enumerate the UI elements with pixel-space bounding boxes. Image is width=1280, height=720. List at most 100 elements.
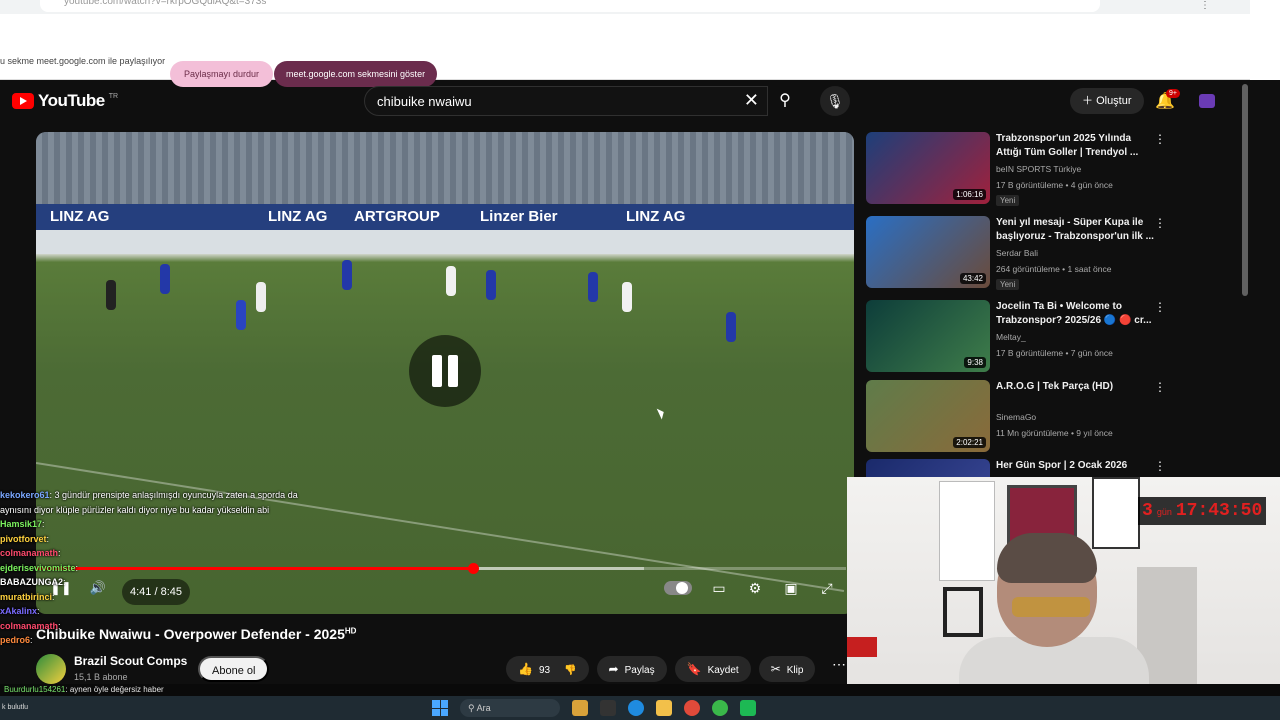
timer-days: 3 <box>1142 501 1153 521</box>
timer-day-label: gün <box>1156 507 1172 517</box>
video-thumbnail[interactable]: 9:38 <box>866 300 990 372</box>
share-status-text: u sekme meet.google.com ile paylaşılıyor <box>0 56 166 66</box>
thumbs-up-icon: 👍 <box>518 662 533 676</box>
share-button[interactable]: ➦ Paylaş <box>596 656 667 682</box>
stadium-stand <box>36 132 854 212</box>
player-figure <box>106 280 116 310</box>
recommended-video[interactable]: Her Gün Spor | 2 Ocak 2026 ⋮ <box>866 459 1196 477</box>
board-ad-text: Linzer Bier <box>480 208 558 225</box>
settings-gear-icon[interactable]: ⚙ <box>746 579 764 597</box>
autoplay-toggle[interactable] <box>664 581 692 595</box>
chat-username: ejderisevivomiste <box>0 562 76 573</box>
chat-ticker: Buurdurlu154261: aynen öyle değersiz hab… <box>0 684 1280 696</box>
recommended-channel: Serdar Bali <box>996 248 1039 258</box>
recommended-title: Yeni yıl mesajı - Süper Kupa ile başlıyo… <box>996 217 1154 242</box>
search-input[interactable]: chibuike nwaiwu ✕ <box>364 86 768 116</box>
youtube-logo[interactable]: YouTube TR <box>12 91 118 111</box>
recommended-title: Her Gün Spor | 2 Ocak 2026 <box>996 460 1128 471</box>
share-arrow-icon: ➦ <box>608 662 619 676</box>
youtube-wordmark: YouTube <box>38 91 105 110</box>
duration-badge: 43:42 <box>959 273 986 284</box>
recommended-video[interactable]: 43:42 Yeni yıl mesajı - Süper Kupa ile ba… <box>866 216 1196 292</box>
plus-icon: ＋ <box>1082 95 1097 107</box>
tab-sharing-bar: u sekme meet.google.com ile paylaşılıyor… <box>0 14 1250 87</box>
taskbar-search[interactable]: ⚲ Ara <box>460 699 560 717</box>
red-object <box>847 637 877 657</box>
chat-text: : <box>58 620 61 631</box>
microphone-icon[interactable]: 🎙 <box>820 86 850 116</box>
chat-text: : <box>52 591 55 602</box>
youtube-play-icon <box>12 93 34 109</box>
chat-username: pivotforvet <box>0 533 47 544</box>
page-scrollbar[interactable] <box>1242 84 1248 296</box>
chat-text: : <box>75 562 79 573</box>
video-thumbnail[interactable]: 1:06:16 <box>866 132 990 204</box>
browser-actions: ⋮ <box>1200 0 1210 11</box>
recommended-video[interactable]: 2:02:21 A.R.O.G | Tek Parça (HD) SinemaGo 1… <box>866 380 1196 456</box>
show-meet-tab-button[interactable]: meet.google.com sekmesini göster <box>274 61 438 87</box>
chat-text: aynısını diyor klüple pürüzler kaldı diy… <box>0 504 270 515</box>
streamer-glasses <box>1012 597 1090 617</box>
video-thumbnail[interactable] <box>866 459 990 477</box>
channel-avatar[interactable] <box>36 654 66 684</box>
chat-text: : 3 gündür prensipte anlaşılmışdı oyuncu… <box>49 490 298 500</box>
chrome-profile-icon[interactable] <box>712 700 728 716</box>
chat-text: : <box>42 519 45 529</box>
extensions-icon[interactable]: ⋮ <box>1200 0 1210 11</box>
theater-mode-icon[interactable]: ▣ <box>782 579 800 597</box>
recommended-video[interactable]: 1:06:16 Trabzonspor'un 2025 Yılında Attığ… <box>866 132 1196 208</box>
chrome-icon[interactable] <box>684 700 700 716</box>
weather-text: k bulutlu <box>2 704 29 711</box>
chat-message: Hamsik17: <box>0 517 360 532</box>
chat-text: : <box>30 635 33 645</box>
task-view-icon[interactable] <box>600 700 616 716</box>
pause-overlay-icon[interactable] <box>409 335 481 407</box>
more-actions-icon[interactable]: ⋯ <box>832 656 846 673</box>
fullscreen-icon[interactable]: ⤢ <box>818 579 836 597</box>
windows-start-icon[interactable] <box>432 700 448 716</box>
more-options-icon[interactable]: ⋮ <box>1154 300 1166 314</box>
search-icon[interactable]: ⚲ <box>768 86 802 116</box>
ticker-message: : aynen öyle değersiz haber <box>65 685 164 694</box>
search-query: chibuike nwaiwu <box>377 94 472 109</box>
save-button[interactable]: 🔖 Kaydet <box>674 656 751 682</box>
recommended-video[interactable]: 9:38 Jocelin Ta Bi • Welcome to Trabzonsp… <box>866 300 1196 376</box>
more-options-icon[interactable]: ⋮ <box>1154 132 1166 146</box>
like-button[interactable]: 👍 93 👎 <box>506 656 589 682</box>
video-thumbnail[interactable]: 43:42 <box>866 216 990 288</box>
app-icon[interactable] <box>740 700 756 716</box>
subscribe-button[interactable]: Abone ol <box>198 656 270 682</box>
notification-count-badge: 9+ <box>1166 89 1180 98</box>
clear-search-icon[interactable]: ✕ <box>744 90 759 111</box>
chat-username: pedro6 <box>0 635 31 645</box>
account-avatar[interactable] <box>1199 94 1215 108</box>
player-figure <box>160 264 170 294</box>
player-figure <box>342 260 352 290</box>
save-label: Kaydet <box>707 665 739 676</box>
address-bar[interactable]: youtube.com/watch?v=rkrpOGQdlAQ&t=373s <box>40 0 1100 12</box>
advertising-board <box>36 204 854 230</box>
stop-sharing-button[interactable]: Paylaşmayı durdur <box>170 61 274 87</box>
chat-message: aynısını diyor klüple pürüzler kaldı diy… <box>0 503 360 518</box>
chat-message: ejderisevivomiste: <box>0 561 360 576</box>
clip-button[interactable]: ✂ Klip <box>758 656 816 682</box>
recommended-meta: 264 görüntüleme • 1 saat önce <box>996 264 1112 274</box>
chat-username: muratbirinci <box>0 591 53 602</box>
channel-name[interactable]: Brazil Scout Comps <box>74 654 187 668</box>
chat-username: kekokero61 <box>0 490 50 500</box>
edge-icon[interactable] <box>628 700 644 716</box>
ticker-user: Buurdurlu154261 <box>4 685 66 694</box>
new-badge: Yeni <box>996 195 1020 206</box>
board-ad-text: LINZ AG <box>626 208 686 225</box>
more-options-icon[interactable]: ⋮ <box>1154 216 1166 230</box>
player-figure <box>236 300 246 330</box>
create-button[interactable]: ＋ Oluştur <box>1070 88 1144 114</box>
board-ad-text: ARTGROUP <box>354 208 440 225</box>
widget-icon[interactable] <box>572 700 588 716</box>
video-thumbnail[interactable]: 2:02:21 <box>866 380 990 452</box>
thumbs-down-icon[interactable]: 👎 <box>564 665 576 676</box>
captions-icon[interactable]: ▭ <box>710 579 728 597</box>
more-options-icon[interactable]: ⋮ <box>1154 459 1166 473</box>
file-explorer-icon[interactable] <box>656 700 672 716</box>
more-options-icon[interactable]: ⋮ <box>1154 380 1166 394</box>
